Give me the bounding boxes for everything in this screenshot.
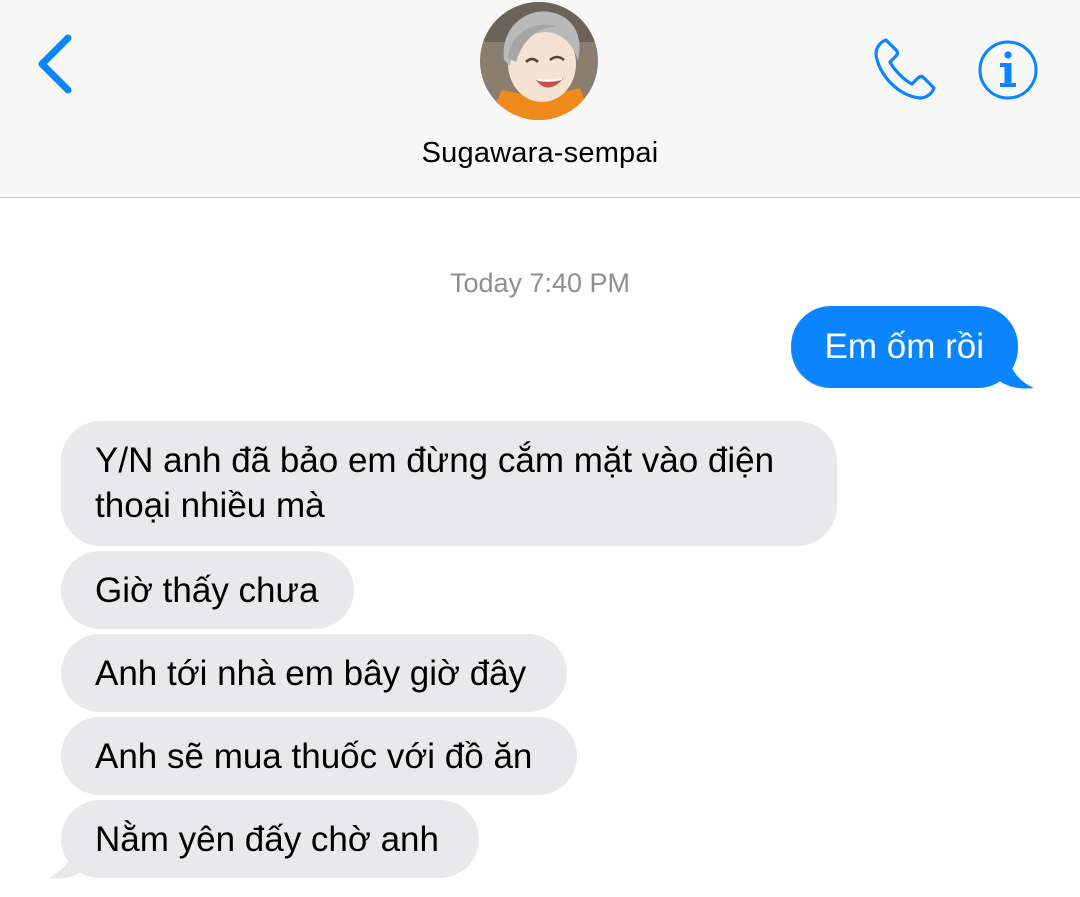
message-timestamp: Today 7:40 PM bbox=[449, 268, 631, 298]
message-text: Anh tới nhà em bây giờ đây bbox=[95, 654, 527, 693]
message-text-line: thoại nhiều mà bbox=[95, 486, 325, 525]
avatar-image bbox=[480, 2, 598, 120]
message-text: Anh sẽ mua thuốc với đồ ăn bbox=[95, 737, 533, 776]
call-button[interactable] bbox=[868, 34, 940, 106]
received-message-bubble[interactable]: Anh sẽ mua thuốc với đồ ăn bbox=[61, 717, 577, 795]
contact-name[interactable]: Sugawara-sempai bbox=[0, 137, 1080, 170]
chevron-left-icon bbox=[38, 34, 72, 94]
info-icon bbox=[978, 40, 1038, 100]
message-text: Nằm yên đấy chờ anh bbox=[95, 820, 439, 859]
info-button[interactable] bbox=[976, 38, 1040, 102]
contact-avatar[interactable] bbox=[480, 2, 598, 120]
sent-bubble-tail bbox=[996, 346, 1034, 389]
phone-icon bbox=[874, 38, 936, 100]
message-text-line: Y/N anh đã bảo em đừng cắm mặt vào điện bbox=[95, 441, 775, 480]
message-text: Giờ thấy chưa bbox=[95, 571, 319, 610]
message-text: Em ốm rồi bbox=[824, 327, 984, 366]
received-message-bubble[interactable]: Y/N anh đã bảo em đừng cắm mặt vào điện … bbox=[61, 421, 837, 546]
back-button[interactable] bbox=[30, 28, 90, 100]
received-message-bubble[interactable]: Nằm yên đấy chờ anh bbox=[61, 800, 479, 878]
received-message-bubble[interactable]: Giờ thấy chưa bbox=[61, 551, 354, 629]
conversation-header: Sugawara-sempai bbox=[0, 0, 1080, 198]
received-bubble-tail bbox=[48, 838, 86, 879]
sent-message-bubble[interactable]: Em ốm rồi bbox=[790, 306, 1018, 388]
received-message-bubble[interactable]: Anh tới nhà em bây giờ đây bbox=[61, 634, 567, 712]
